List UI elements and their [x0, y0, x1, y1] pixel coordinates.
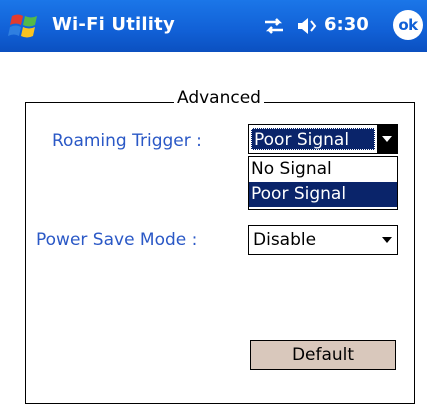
windows-start-icon[interactable]: [8, 10, 42, 42]
option-poor-signal[interactable]: Poor Signal: [249, 182, 397, 207]
roaming-trigger-label: Roaming Trigger :: [52, 131, 202, 151]
option-no-signal[interactable]: No Signal: [249, 157, 397, 182]
clock[interactable]: 6:30: [324, 14, 369, 35]
power-save-mode-dropdown[interactable]: Disable: [248, 225, 398, 255]
group-title: Advanced: [174, 88, 264, 108]
chevron-down-icon[interactable]: [377, 125, 397, 153]
title-bar: Wi-Fi Utility 6:30 ok: [0, 0, 427, 52]
default-button[interactable]: Default: [250, 340, 396, 370]
power-save-mode-value: Disable: [253, 230, 317, 250]
app-title: Wi-Fi Utility: [52, 14, 175, 35]
power-save-mode-label: Power Save Mode :: [36, 230, 198, 250]
volume-icon[interactable]: [296, 16, 320, 36]
chevron-down-icon[interactable]: [377, 226, 397, 254]
roaming-trigger-options: No Signal Poor Signal: [248, 156, 398, 210]
roaming-trigger-dropdown[interactable]: Poor Signal: [248, 124, 398, 154]
roaming-trigger-value: Poor Signal: [251, 128, 375, 150]
connectivity-icon[interactable]: [262, 15, 286, 37]
ok-button[interactable]: ok: [393, 10, 423, 40]
